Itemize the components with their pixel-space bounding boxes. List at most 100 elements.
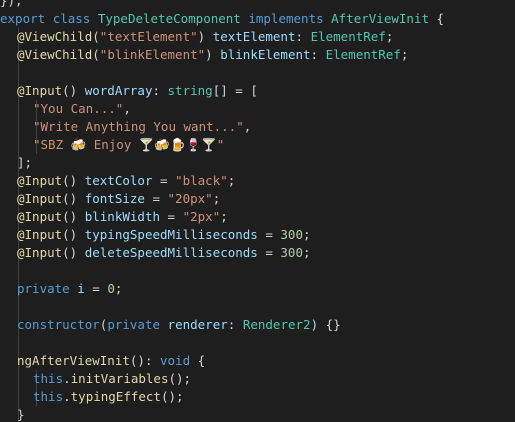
code-token: typingSpeedMilliseconds: [84, 227, 258, 242]
code-line-text: this.typingEffect();: [33, 388, 184, 406]
code-token: renderer: [167, 317, 228, 332]
code-line[interactable]: @ViewChild("textElement") textElement: E…: [0, 28, 515, 46]
code-line[interactable]: "Write Anything You want...",: [0, 118, 515, 136]
code-token: :: [295, 29, 311, 44]
code-token: ElementRef: [310, 29, 386, 44]
code-token: @Input: [17, 245, 63, 260]
code-area[interactable]: }); export class TypeDeleteComponent impl…: [0, 0, 515, 422]
code-token: void: [160, 353, 191, 368]
code-line[interactable]: @Input() typingSpeedMilliseconds = 300;: [0, 226, 515, 244]
code-token: "blinkElement": [99, 47, 206, 62]
code-line[interactable]: "You Can...",: [0, 100, 515, 118]
code-line-text: ];: [17, 154, 32, 172]
code-line[interactable]: @ViewChild("blinkElement") blinkElement:…: [0, 46, 515, 64]
code-token: @Input: [17, 209, 63, 224]
code-token: this: [33, 389, 64, 404]
code-token: "2px": [182, 209, 221, 224]
code-token: 0: [107, 281, 115, 296]
code-line-text: @Input() deleteSpeedMilliseconds = 300;: [17, 244, 311, 262]
code-token: (: [92, 47, 100, 62]
code-token: {: [429, 11, 445, 26]
code-token: ;: [400, 47, 409, 62]
code-token: ];: [17, 155, 33, 170]
code-line[interactable]: [0, 262, 515, 280]
code-token: (): [62, 173, 85, 188]
code-token: wordArray: [84, 83, 153, 98]
code-line[interactable]: constructor(private renderer: Renderer2)…: [0, 316, 515, 334]
code-line[interactable]: }: [0, 406, 515, 422]
code-token: (): [62, 209, 85, 224]
code-token: ;: [302, 227, 311, 242]
code-line[interactable]: @Input() blinkWidth = "2px";: [0, 208, 515, 226]
code-token: initVariables: [70, 371, 169, 386]
code-line[interactable]: this.typingEffect();: [0, 388, 515, 406]
code-token: AfterViewInit: [331, 11, 429, 26]
code-token: textElement: [212, 29, 296, 44]
code-line[interactable]: [0, 334, 515, 352]
code-token: ;: [114, 281, 123, 296]
code-token: =: [144, 191, 168, 206]
code-line-text: @Input() textColor = "black";: [17, 172, 235, 190]
code-line[interactable]: this.initVariables();: [0, 370, 515, 388]
code-token: (): [62, 83, 85, 98]
code-token: (: [92, 29, 100, 44]
code-token: =: [257, 245, 281, 260]
code-token: @ViewChild: [17, 29, 93, 44]
code-token: ();: [160, 389, 184, 404]
code-line-text: @Input() typingSpeedMilliseconds = 300;: [17, 226, 311, 244]
indent-guide: [18, 64, 19, 82]
code-token: deleteSpeedMilliseconds: [84, 245, 258, 260]
code-line[interactable]: @Input() wordArray: string[] = [: [0, 82, 515, 100]
code-line[interactable]: "SBZ 🍻 Enjoy 🍸🍻🍺🍷🍸": [0, 136, 515, 154]
code-token: 300: [280, 245, 303, 260]
code-token: ): [205, 47, 221, 62]
code-token: {: [190, 353, 206, 368]
code-line[interactable]: [0, 64, 515, 82]
code-line[interactable]: export class TypeDeleteComponent impleme…: [0, 10, 515, 28]
code-token: ngAfterViewInit: [17, 353, 130, 368]
indent-guide: [18, 388, 19, 406]
code-token: 300: [280, 227, 303, 242]
code-token: ();: [168, 371, 192, 386]
code-editor[interactable]: }); export class TypeDeleteComponent impl…: [0, 0, 515, 422]
code-token: =: [257, 227, 281, 242]
code-line-text: @ViewChild("blinkElement") blinkElement:…: [17, 46, 408, 64]
code-token: ElementRef: [325, 47, 401, 62]
code-line[interactable]: private i = 0;: [0, 280, 515, 298]
code-line-text: @ViewChild("textElement") textElement: E…: [17, 28, 393, 46]
code-token: :: [227, 317, 243, 332]
code-token: (): [62, 245, 85, 260]
code-token: [] = [: [212, 83, 258, 98]
indent-guide: [18, 100, 19, 118]
code-line[interactable]: ];: [0, 154, 515, 172]
code-line-text: "SBZ 🍻 Enjoy 🍸🍻🍺🍷🍸": [33, 136, 224, 154]
code-token: });: [0, 0, 23, 8]
code-token: (): [62, 227, 85, 242]
indent-guide: [18, 334, 19, 352]
code-line[interactable]: @Input() fontSize = "20px";: [0, 190, 515, 208]
code-token: .: [63, 389, 71, 404]
code-token: blinkWidth: [84, 209, 160, 224]
code-line[interactable]: @Input() deleteSpeedMilliseconds = 300;: [0, 244, 515, 262]
code-line[interactable]: @Input() textColor = "black";: [0, 172, 515, 190]
code-token: @Input: [17, 227, 63, 242]
code-line[interactable]: ngAfterViewInit(): void {: [0, 352, 515, 370]
indent-guide: [18, 298, 19, 316]
code-token: private: [17, 281, 78, 296]
code-token: export: [0, 11, 53, 26]
code-token: implements: [248, 11, 332, 26]
code-token: ;: [227, 173, 236, 188]
code-line-text: this.initVariables();: [33, 370, 191, 388]
code-token: ;: [220, 209, 228, 224]
code-line[interactable]: });: [0, 0, 515, 10]
code-token: :: [152, 83, 168, 98]
code-token: ,: [243, 119, 252, 134]
code-token: ;: [212, 191, 221, 206]
code-token: @ViewChild: [17, 47, 93, 62]
code-token: =: [152, 173, 176, 188]
code-line-text: });: [0, 0, 23, 10]
code-token: typingEffect: [70, 389, 161, 404]
code-token: ():: [129, 353, 160, 368]
code-line[interactable]: [0, 298, 515, 316]
code-token: i: [77, 281, 85, 296]
